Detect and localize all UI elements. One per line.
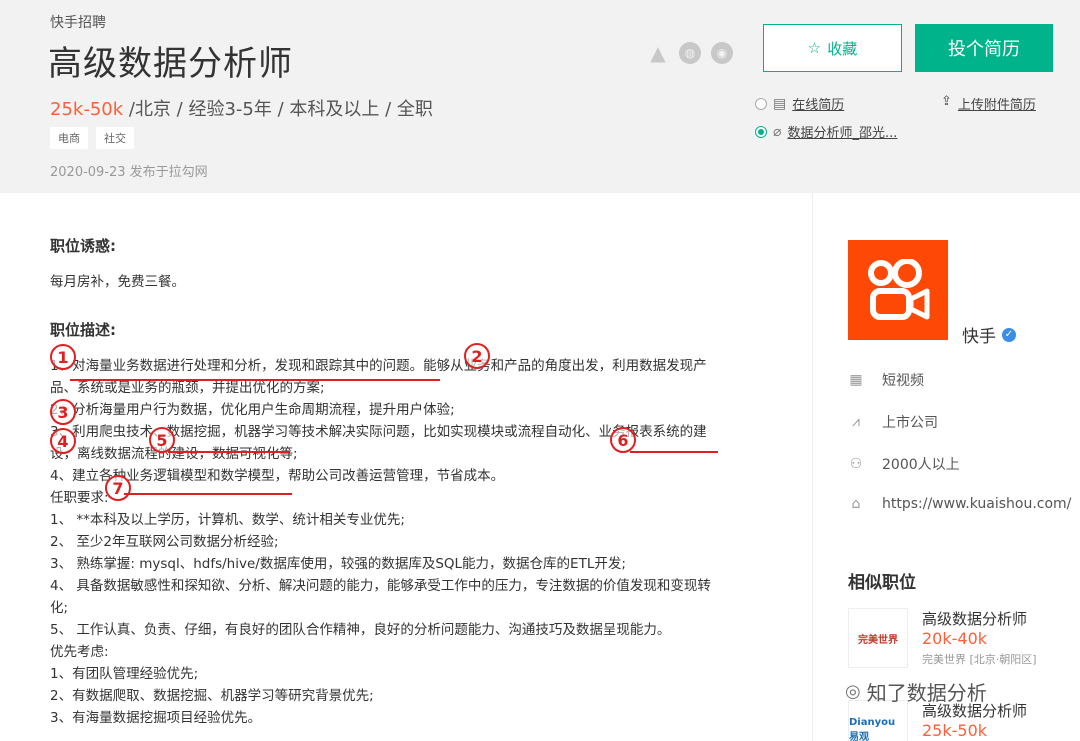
home-icon: ⌂ [851,496,861,512]
chart-icon: ⩘ [852,414,860,430]
description-line: 任职要求: [50,490,109,506]
upload-label: 上传附件简历 [957,98,1036,113]
report-icon[interactable]: ▲ [647,41,669,65]
perks-title: 职位诱惑: [50,237,116,255]
tag[interactable]: 电商 [50,127,88,149]
description-line: 品、系统或是业务的瓶颈，并提出优化的方案; [50,380,325,396]
company-stage-text: 上市公司 [882,415,938,431]
company-field-text: 短视频 [882,373,924,389]
favorite-label: 收藏 [827,39,858,58]
description-line: 1、 **本科及以上学历，计算机、数学、统计相关专业优先; [50,512,405,528]
similar-jobs-title: 相似职位 [848,573,916,593]
description-line: 4、建立各种业务逻辑模型和数学模型，帮助公司改善运营管理，节省成本。 [50,468,505,484]
similar-job-company: 完美世界 [北京·朝阳区] [922,653,1037,666]
job-header: 快手招聘 高级数据分析师 25k-50k /北京 / 经验3-5年 / 本科及以… [0,0,1080,193]
resume-icon: ▤ [773,95,787,112]
star-icon: ☆ [807,39,822,57]
company-field: ▦ 短视频 [848,370,924,390]
company-size-text: 2000人以上 [882,457,960,473]
description-line: 3、 熟练掌握: mysql、hdfs/hive/数据库使用，较强的数据库及SQ… [50,556,626,572]
job-title: 高级数据分析师 [48,44,293,84]
description-line: 3、利用爬虫技术、数据挖掘，机器学习等技术解决实际问题，比如实现模块或流程自动化… [50,424,707,440]
description-title: 职位描述: [50,321,116,339]
description-line: 1、对海量业务数据进行处理和分析，发现和跟踪其中的问题。能够从业务和产品的角度出… [50,358,707,374]
kuaishou-logo-icon [868,259,930,320]
attached-resume-option[interactable]: ⌀ 数据分析师_邵光... [755,122,897,141]
paperclip-icon: ⌀ [773,123,782,140]
company-size: ⚇ 2000人以上 [848,454,960,474]
company-name[interactable]: 快手 ✓ [962,322,1016,347]
description-line: 2、有数据爬取、数据挖掘、机器学习等研究背景优先; [50,688,374,704]
share-icons: ▲ ◍ ◉ [647,41,733,65]
description-line: 4、 具备数据敏感性和探知欲、分析、解决问题的能力，能够承受工作中的压力，专注数… [50,578,711,594]
radio-icon[interactable] [755,97,767,110]
company-website-text[interactable]: https://www.kuaishou.com/ [882,496,1071,512]
similar-job-salary: 25k-50k [922,721,988,740]
similar-company-logo: Dianyou 易观 [848,700,908,741]
salary: 25k-50k [50,99,124,120]
similar-job-card[interactable]: Dianyou 易观 高级数据分析师 25k-50k [848,700,1078,741]
perks-text: 每月房补，免费三餐。 [50,274,185,290]
description-lines: 1、对海量业务数据进行处理和分析，发现和跟踪其中的问题。能够从业务和产品的角度出… [50,355,770,729]
attached-resume-label: 数据分析师_邵光... [787,126,898,141]
description-line: 设，离线数据流程的建设，数据可视化等; [50,446,298,462]
requirements-text: /北京 / 经验3-5年 / 本科及以上 / 全职 [123,99,433,120]
company-logo[interactable] [848,240,948,340]
description-line: 优先考虑: [50,644,109,660]
description-line: 化; [50,600,69,616]
similar-job-title[interactable]: 高级数据分析师 [922,608,1027,629]
company-website[interactable]: ⌂ https://www.kuaishou.com/ [848,496,1072,512]
upload-resume-button[interactable]: ⇪ 上传附件简历 [941,94,1036,113]
online-resume-option[interactable]: ▤ 在线简历 [755,94,844,113]
description-line: 1、有团队管理经验优先; [50,666,199,682]
job-detail: 职位诱惑: 每月房补，免费三餐。 职位描述: 1、对海量业务数据进行处理和分析，… [50,235,770,729]
watermark-text: 知了数据分析 [866,681,987,705]
job-page: 快手招聘 高级数据分析师 25k-50k /北京 / 经验3-5年 / 本科及以… [0,0,1080,741]
wechat-icon[interactable]: ◍ [679,42,701,64]
similar-job-card[interactable]: 完美世界 高级数据分析师 20k-40k 完美世界 [北京·朝阳区] [848,608,1078,668]
description-line: 3、有海量数据挖掘项目经验优先。 [50,710,262,726]
apply-button[interactable]: 投个简历 [915,24,1053,72]
description-line: 2、 至少2年互联网公司数据分析经验; [50,534,279,550]
favorite-button[interactable]: ☆ 收藏 [763,24,902,72]
people-icon: ⚇ [849,456,863,472]
radio-selected-icon[interactable] [755,125,767,138]
job-requirements: 25k-50k /北京 / 经验3-5年 / 本科及以上 / 全职 [50,95,433,121]
watermark: ◎ 知了数据分析 [845,677,987,706]
description-line: 2、分析海量用户行为数据，优化用户生命周期流程，提升用户体验; [50,402,455,418]
online-resume-label: 在线简历 [792,98,845,113]
publish-date: 2020-09-23 发布于拉勾网 [50,165,208,180]
tag[interactable]: 社交 [96,127,134,149]
company-recruit-link[interactable]: 快手招聘 [50,12,106,32]
company-stage: ⩘ 上市公司 [848,412,938,432]
column-divider [812,193,813,741]
upload-icon: ⇪ [941,94,952,109]
description-line: 5、 工作认真、负责、仔细，有良好的团队合作精神，良好的分析问题能力、沟通技巧及… [50,622,671,638]
weibo-icon[interactable]: ◉ [711,42,733,64]
job-tags: 电商 社交 [50,127,134,149]
wechat-official-icon: ◎ [845,681,861,702]
verified-icon: ✓ [1002,327,1016,342]
grid-icon: ▦ [849,372,863,388]
similar-company-logo: 完美世界 [848,608,908,668]
similar-job-salary: 20k-40k [922,629,988,648]
company-name-text: 快手 [962,327,996,347]
